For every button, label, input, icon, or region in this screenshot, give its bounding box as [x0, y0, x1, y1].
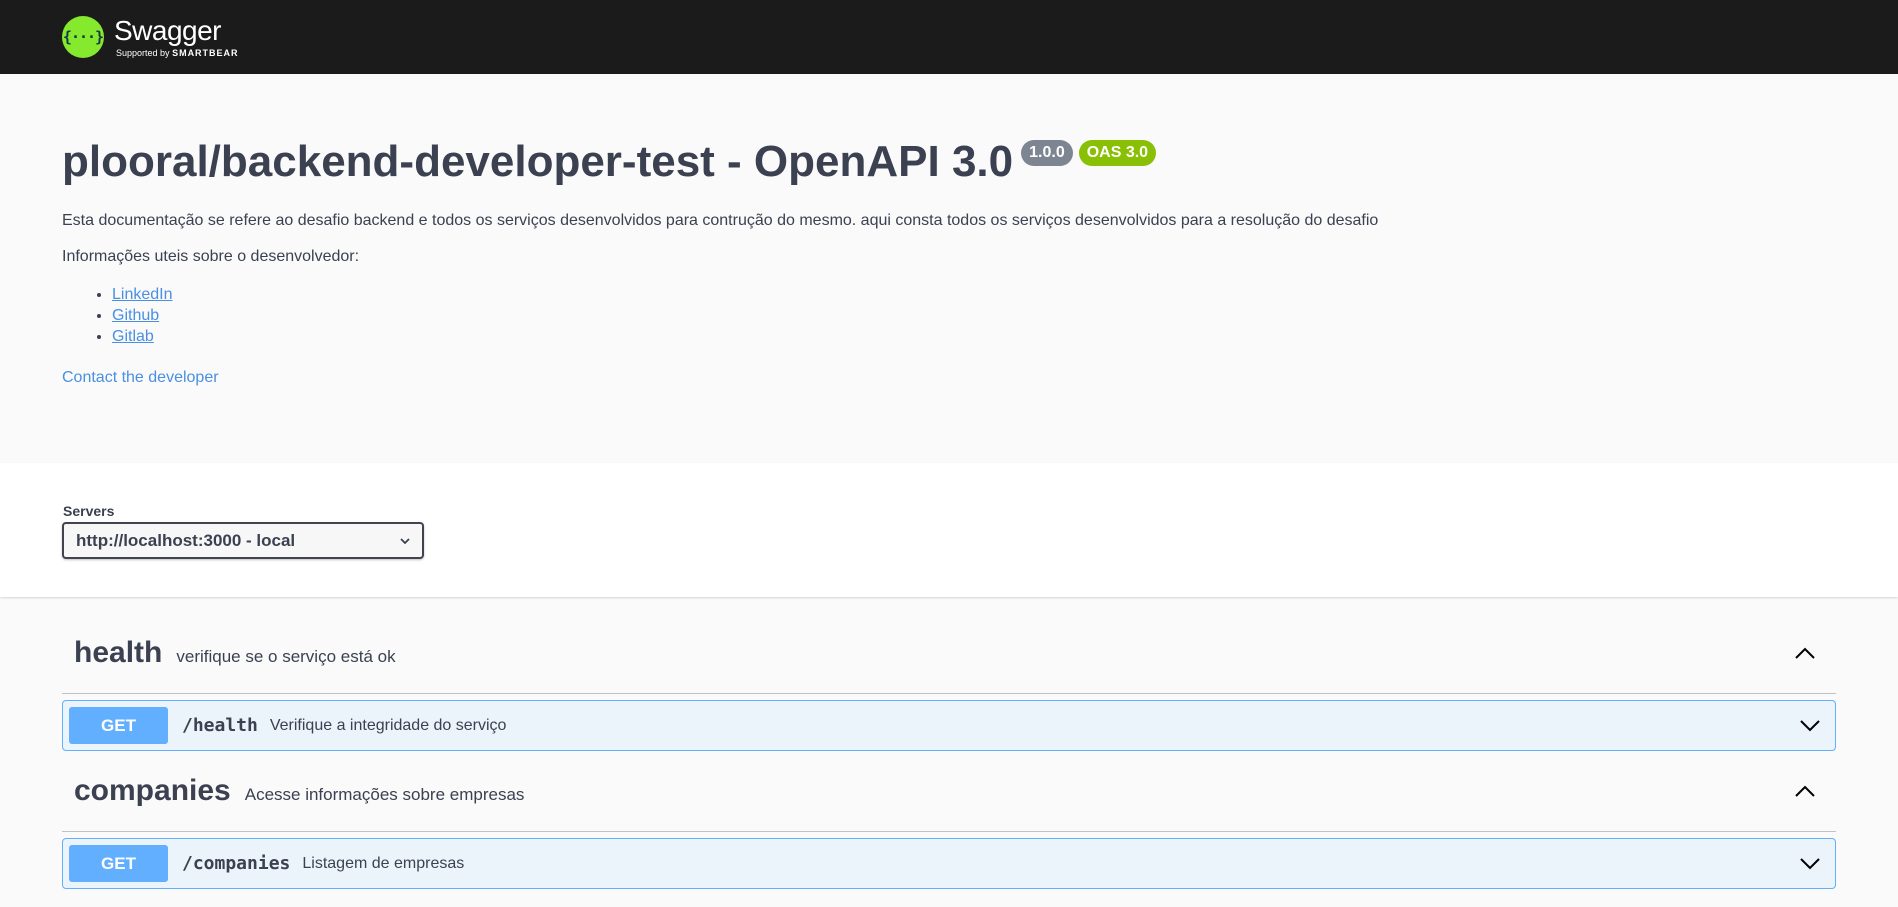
- method-badge: GET: [69, 707, 168, 744]
- chevron-up-icon[interactable]: [1794, 784, 1816, 798]
- api-description: Esta documentação se refere ao desafio b…: [62, 212, 1379, 230]
- list-item: LinkedIn: [112, 284, 1836, 305]
- logo-sub-prefix: Supported by: [116, 47, 170, 58]
- servers-selected-value: http://localhost:3000 - local: [76, 530, 296, 550]
- chevron-down-icon[interactable]: [1799, 857, 1821, 871]
- chevron-down-icon: [400, 537, 410, 544]
- chevron-up-icon[interactable]: [1794, 646, 1816, 660]
- logo-text: Swagger Supported by SMARTBEAR: [114, 14, 239, 58]
- github-link[interactable]: Github: [112, 307, 159, 324]
- list-item: Gitlab: [112, 326, 1836, 347]
- logo-subtitle: Supported by SMARTBEAR: [116, 47, 239, 58]
- logo-sub-brand: SMARTBEAR: [172, 47, 239, 58]
- operation-summary: Verifique a integridade do serviço: [269, 716, 507, 734]
- linkedin-link[interactable]: LinkedIn: [112, 286, 173, 303]
- swagger-logo[interactable]: {···} Swagger Supported by SMARTBEAR: [62, 16, 239, 58]
- method-badge: GET: [69, 845, 168, 882]
- gitlab-link[interactable]: Gitlab: [112, 328, 154, 345]
- contact-developer-link[interactable]: Contact the developer: [62, 369, 1836, 387]
- tag-name: health: [74, 636, 163, 669]
- tag-description: verifique se o serviço está ok: [176, 647, 396, 666]
- servers-select[interactable]: http://localhost:3000 - local: [62, 522, 424, 559]
- topbar: {···} Swagger Supported by SMARTBEAR: [0, 0, 1898, 74]
- page-title: plooral/backend-developer-test - OpenAPI…: [62, 137, 1014, 186]
- tag-heading: companies Acesse informações sobre empre…: [74, 774, 524, 808]
- tag-name: companies: [74, 774, 231, 807]
- developer-links: LinkedIn Github Gitlab: [62, 284, 1836, 347]
- tag-description: Acesse informações sobre empresas: [244, 785, 525, 804]
- swagger-logo-icon: {···}: [62, 16, 104, 58]
- tag-companies-header[interactable]: companies Acesse informações sobre empre…: [62, 751, 1836, 832]
- api-info: plooral/backend-developer-test - OpenAPI…: [0, 74, 1898, 463]
- operation-path: /health: [182, 715, 258, 736]
- operations: health verifique se o serviço está ok GE…: [0, 597, 1898, 889]
- operation-get-health[interactable]: GET /health Verifique a integridade do s…: [62, 700, 1836, 751]
- tag-health-header[interactable]: health verifique se o serviço está ok: [62, 613, 1836, 694]
- operation-get-companies[interactable]: GET /companies Listagem de empresas: [62, 838, 1836, 889]
- developer-info-label: Informações uteis sobre o desenvolvedor:: [62, 248, 360, 266]
- chevron-down-icon[interactable]: [1799, 719, 1821, 733]
- tag-heading: health verifique se o serviço está ok: [74, 636, 396, 670]
- list-item: Github: [112, 305, 1836, 326]
- operation-path: /companies: [182, 853, 291, 874]
- servers-section: Servers http://localhost:3000 - local: [0, 463, 1898, 597]
- servers-label: Servers: [63, 503, 115, 519]
- title-row: plooral/backend-developer-test - OpenAPI…: [62, 137, 1836, 186]
- oas-badge: OAS 3.0: [1078, 140, 1157, 166]
- logo-title: Swagger: [114, 14, 222, 46]
- operation-summary: Listagem de empresas: [302, 854, 465, 872]
- version-badge: 1.0.0: [1021, 140, 1073, 166]
